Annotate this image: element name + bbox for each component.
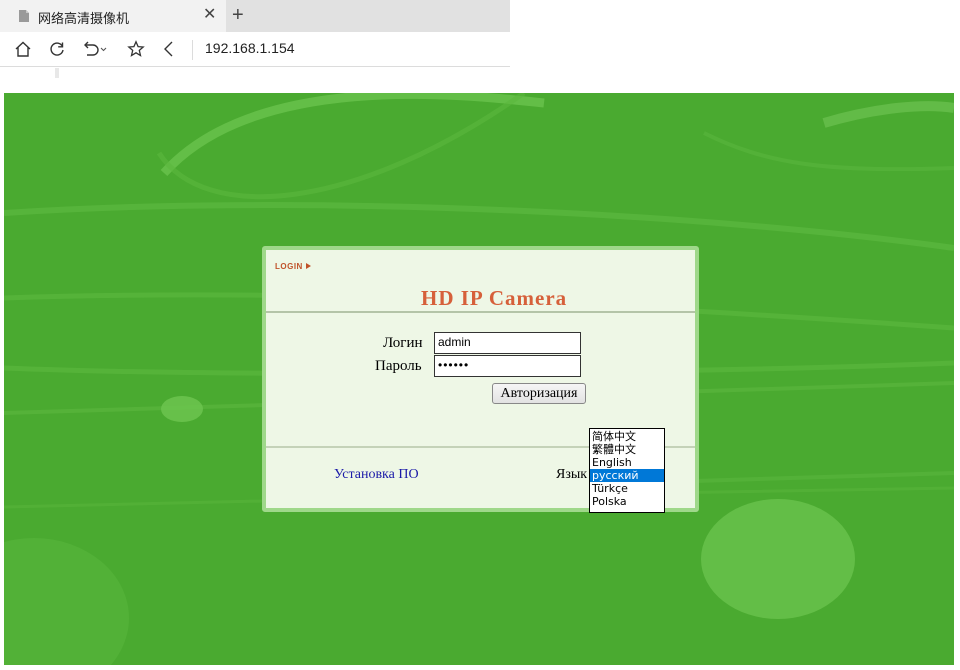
camera-login-page: LOGIN HD IP Camera Логин admin Пароль ••… bbox=[4, 93, 954, 665]
browser-tab[interactable]: 网络高清摄像机 ✕ bbox=[0, 0, 226, 32]
login-tag: LOGIN bbox=[275, 262, 311, 271]
home-icon[interactable] bbox=[14, 40, 32, 58]
language-listbox[interactable]: 简体中文 繁體中文 English русский Türkçe Polska bbox=[589, 428, 665, 513]
username-label: Логин bbox=[383, 335, 423, 351]
language-label: Язык bbox=[556, 467, 588, 482]
language-option[interactable]: 简体中文 bbox=[590, 430, 664, 443]
password-label: Пароль bbox=[375, 358, 422, 374]
address-divider bbox=[192, 40, 193, 60]
page-icon bbox=[19, 10, 29, 22]
username-input[interactable]: admin bbox=[434, 332, 581, 354]
address-input[interactable]: 192.168.1.154 bbox=[205, 40, 295, 56]
new-tab-icon[interactable]: + bbox=[232, 3, 244, 27]
language-option[interactable]: 繁體中文 bbox=[590, 443, 664, 456]
page-title: HD IP Camera bbox=[421, 286, 568, 310]
back-icon[interactable] bbox=[160, 40, 178, 58]
login-tag-text: LOGIN bbox=[275, 262, 303, 271]
refresh-icon[interactable] bbox=[48, 40, 66, 58]
install-software-link[interactable]: Установка ПО bbox=[334, 467, 419, 483]
address-bar: 192.168.1.154 bbox=[0, 32, 510, 67]
star-icon[interactable] bbox=[127, 40, 145, 58]
close-tab-icon[interactable]: ✕ bbox=[203, 6, 216, 24]
undo-icon[interactable] bbox=[82, 40, 108, 58]
language-option[interactable]: Türkçe bbox=[590, 482, 664, 495]
play-arrow-icon bbox=[305, 263, 311, 269]
login-button[interactable]: Авторизация bbox=[492, 383, 586, 404]
tab-bar: 网络高清摄像机 ✕ + bbox=[0, 0, 510, 32]
tab-title: 网络高清摄像机 bbox=[38, 12, 130, 27]
language-option[interactable]: English bbox=[590, 456, 664, 469]
password-input[interactable]: •••••• bbox=[434, 355, 581, 377]
language-option[interactable]: русский bbox=[590, 469, 664, 482]
scroll-marker bbox=[55, 68, 59, 78]
header-divider bbox=[266, 311, 695, 313]
language-option[interactable]: Polska bbox=[590, 495, 664, 508]
